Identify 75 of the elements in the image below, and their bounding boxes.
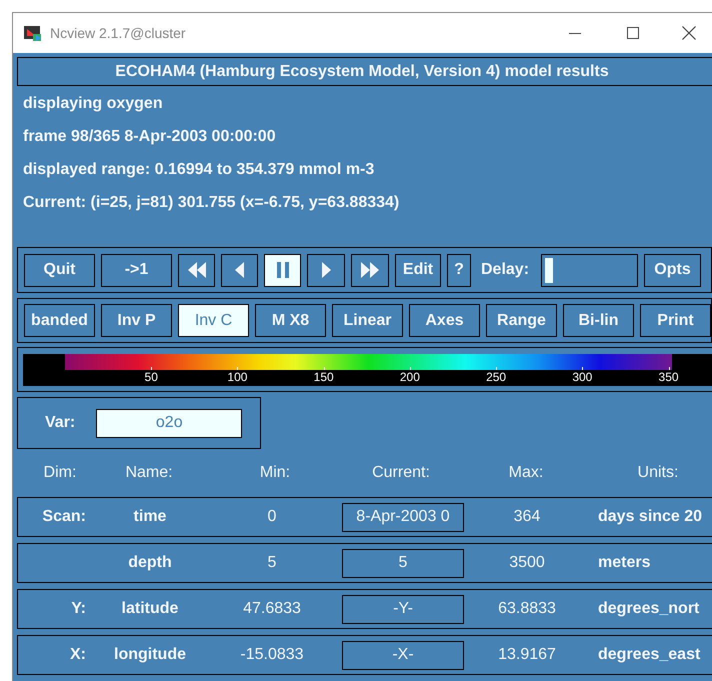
current-value-field[interactable]: 8-Apr-2003 0 (342, 502, 464, 532)
dimension-name: time (132, 507, 168, 527)
close-icon (682, 26, 696, 40)
column-header: Units: (636, 463, 680, 483)
colorbar-tick-label: 250 (486, 370, 506, 384)
options-button[interactable]: Opts (644, 254, 702, 286)
display-button[interactable]: Range (486, 304, 557, 337)
current-value-field[interactable]: 5 (342, 548, 464, 578)
display-button[interactable]: Linear (332, 304, 403, 337)
colorbar-tick-label: 50 (144, 370, 158, 384)
colorbar-tick-label: 200 (400, 370, 420, 384)
model-title-bar: ECOHAM4 (Hamburg Ecosystem Model, Version 4) model results (17, 57, 712, 86)
fast-forward-icon (361, 262, 379, 278)
rewind-button[interactable] (178, 254, 215, 286)
colorbar-tick-label: 300 (572, 370, 592, 384)
dimension-label: Y: (70, 599, 86, 619)
column-header: Max: (508, 463, 544, 483)
dimension-label: Scan: (41, 507, 86, 527)
current-value-field[interactable]: -Y- (342, 594, 464, 624)
step-back-icon (235, 262, 244, 278)
dimension-name: longitude (113, 645, 187, 665)
toolbar-button[interactable]: Edit (395, 254, 441, 286)
display-button[interactable]: banded (24, 304, 95, 337)
info-line: displaying oxygen (23, 94, 164, 114)
variable-button[interactable]: o2o (96, 408, 242, 438)
max-value: 364 (512, 507, 542, 527)
display-button[interactable]: Inv C (178, 304, 249, 337)
info-line: Current: (i=25, j=81) 301.755 (x=-6.75, y=63.88334) (23, 193, 400, 213)
play-button[interactable] (307, 254, 345, 286)
rewind-icon (188, 262, 206, 278)
toolbar-button[interactable]: ? (447, 254, 471, 286)
info-line: displayed range: 0.16994 to 354.379 mmol m-3 (23, 160, 376, 180)
delay-slider[interactable] (541, 254, 638, 286)
units-value: degrees_east (598, 645, 700, 665)
fast-forward-button[interactable] (351, 254, 389, 286)
column-header: Min: (258, 463, 292, 483)
app-icon (24, 25, 42, 41)
colorbar-tick-label: 100 (227, 370, 248, 384)
colorbar-tick-label: 150 (314, 370, 334, 384)
column-header: Current: (371, 463, 431, 483)
play-icon (322, 262, 330, 278)
min-value: 47.6833 (242, 599, 302, 619)
units-value: meters (598, 553, 650, 573)
max-value: 63.8833 (497, 599, 557, 619)
slider-thumb[interactable] (545, 258, 554, 282)
display-button[interactable]: Bi-lin (563, 304, 634, 337)
colorbar-tick-label: 350 (658, 370, 679, 384)
display-button[interactable]: Inv P (101, 304, 172, 337)
step-back-button[interactable] (221, 254, 258, 286)
min-value: 0 (266, 507, 278, 527)
window-title: Ncview 2.1.7@cluster (50, 24, 186, 42)
units-value: days since 20 (598, 507, 702, 527)
info-line: frame 98/365 8-Apr-2003 00:00:00 (23, 127, 277, 147)
max-value: 13.9167 (497, 645, 557, 665)
dimension-name: latitude (120, 599, 180, 619)
toolbar-button[interactable]: ->1 (101, 254, 172, 286)
pause-button[interactable] (264, 254, 301, 286)
column-header: Dim: (42, 463, 78, 483)
min-value: 5 (266, 553, 278, 573)
display-button[interactable]: Axes (409, 304, 480, 337)
display-button[interactable]: M X8 (255, 304, 326, 337)
units-value: degrees_nort (598, 599, 700, 619)
min-value: -15.0833 (239, 645, 305, 665)
maximize-icon (627, 27, 639, 39)
minimize-icon (569, 32, 581, 34)
toolbar-button[interactable]: Quit (24, 254, 95, 286)
current-value-field[interactable]: -X- (342, 640, 464, 670)
var-label: Var: (45, 413, 76, 433)
column-header: Name: (124, 463, 174, 483)
dimension-name: depth (127, 553, 173, 573)
dimension-label: X: (69, 645, 86, 665)
max-value: 3500 (508, 553, 546, 573)
display-button[interactable]: Print (640, 304, 711, 337)
delay-label: Delay: (481, 260, 530, 280)
pause-icon (276, 262, 288, 278)
